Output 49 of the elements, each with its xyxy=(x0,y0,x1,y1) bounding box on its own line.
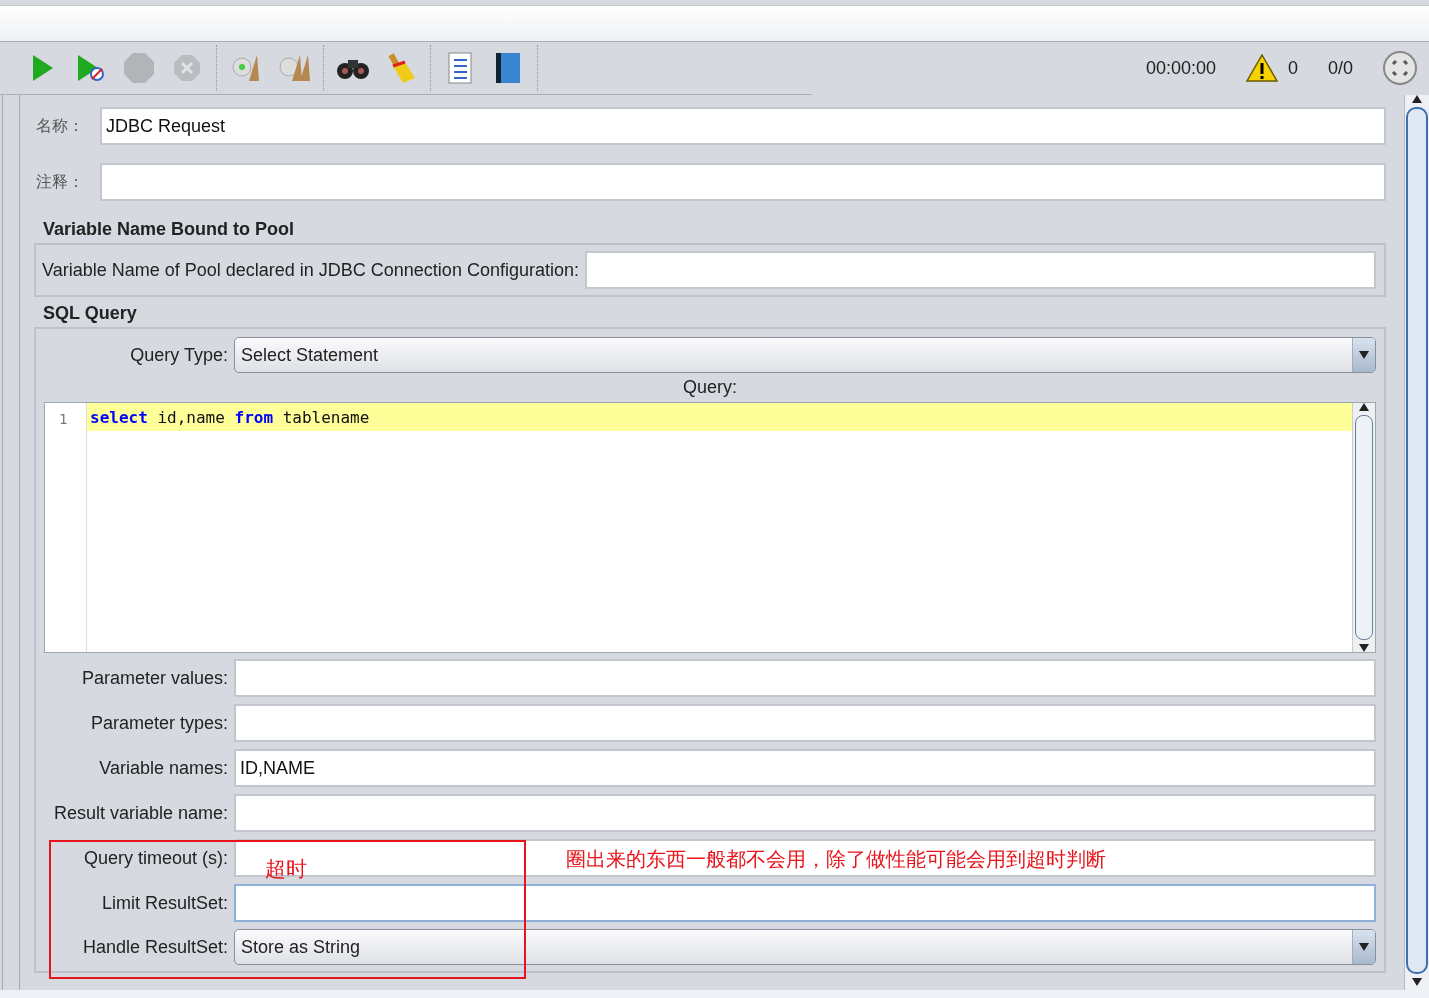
section-title: SQL Query xyxy=(42,303,138,325)
annotation-text: 超时 xyxy=(265,856,307,883)
warning-icon xyxy=(1245,54,1278,82)
play-icon xyxy=(32,54,54,82)
caret-icon xyxy=(1359,403,1369,411)
input-field[interactable] xyxy=(234,884,1376,922)
input-field[interactable] xyxy=(234,704,1376,742)
field-label: Result variable name: xyxy=(52,802,228,824)
scrollbar[interactable] xyxy=(1352,403,1375,652)
caret-icon xyxy=(1359,644,1369,652)
field-label: Query: xyxy=(682,376,738,399)
input-field[interactable] xyxy=(234,659,1376,697)
splitter[interactable] xyxy=(2,95,20,990)
line-number: 1 xyxy=(45,403,87,652)
field-label: Handle ResultSet: xyxy=(81,936,228,958)
annotation-text: 圈出来的东西一般都不会用，除了做性能可能会用到超时判断 xyxy=(566,846,1106,873)
field-label: Limit ResultSet: xyxy=(100,892,228,914)
field-label: 名称： xyxy=(35,115,85,137)
field-label: Variable Name of Pool declared in JDBC Connection Configuration: xyxy=(42,259,579,281)
thread-count: 0/0 xyxy=(1327,57,1353,79)
caret-icon xyxy=(1359,943,1369,951)
field-label: Query Type: xyxy=(129,344,228,366)
close-icon xyxy=(173,54,201,82)
pool-name-field[interactable] xyxy=(584,251,1376,289)
expand-icon[interactable] xyxy=(1383,51,1417,85)
field-label: Parameter types: xyxy=(89,712,228,734)
stop-sign-icon xyxy=(123,52,155,84)
query-editor[interactable]: 1 select id,name from tablename xyxy=(44,402,1376,653)
dropdown[interactable]: Store as String xyxy=(234,929,1376,965)
input-field[interactable]: ID,NAME xyxy=(234,749,1376,787)
scrollbar[interactable] xyxy=(1404,95,1429,990)
play-icon xyxy=(77,54,105,82)
field-label: Variable names: xyxy=(98,757,228,779)
section-title: Variable Name Bound to Pool xyxy=(42,219,296,241)
query-type-dropdown[interactable]: Select Statement xyxy=(234,337,1376,373)
help-book-icon xyxy=(495,52,521,84)
comment-field[interactable] xyxy=(100,163,1386,201)
caret-icon xyxy=(1412,978,1422,986)
name-field[interactable]: JDBC Request xyxy=(100,107,1386,145)
list-icon xyxy=(445,52,475,84)
field-label: Parameter values: xyxy=(80,667,228,689)
input-field[interactable] xyxy=(234,839,1376,877)
caret-icon xyxy=(1359,351,1369,359)
field-label: 注释： xyxy=(35,171,85,193)
field-label: Query timeout (s): xyxy=(82,847,228,869)
input-field[interactable] xyxy=(234,794,1376,832)
warning-count: 0 xyxy=(1287,57,1298,79)
elapsed-time: 00:00:00 xyxy=(1145,57,1216,79)
caret-icon xyxy=(1412,95,1422,103)
